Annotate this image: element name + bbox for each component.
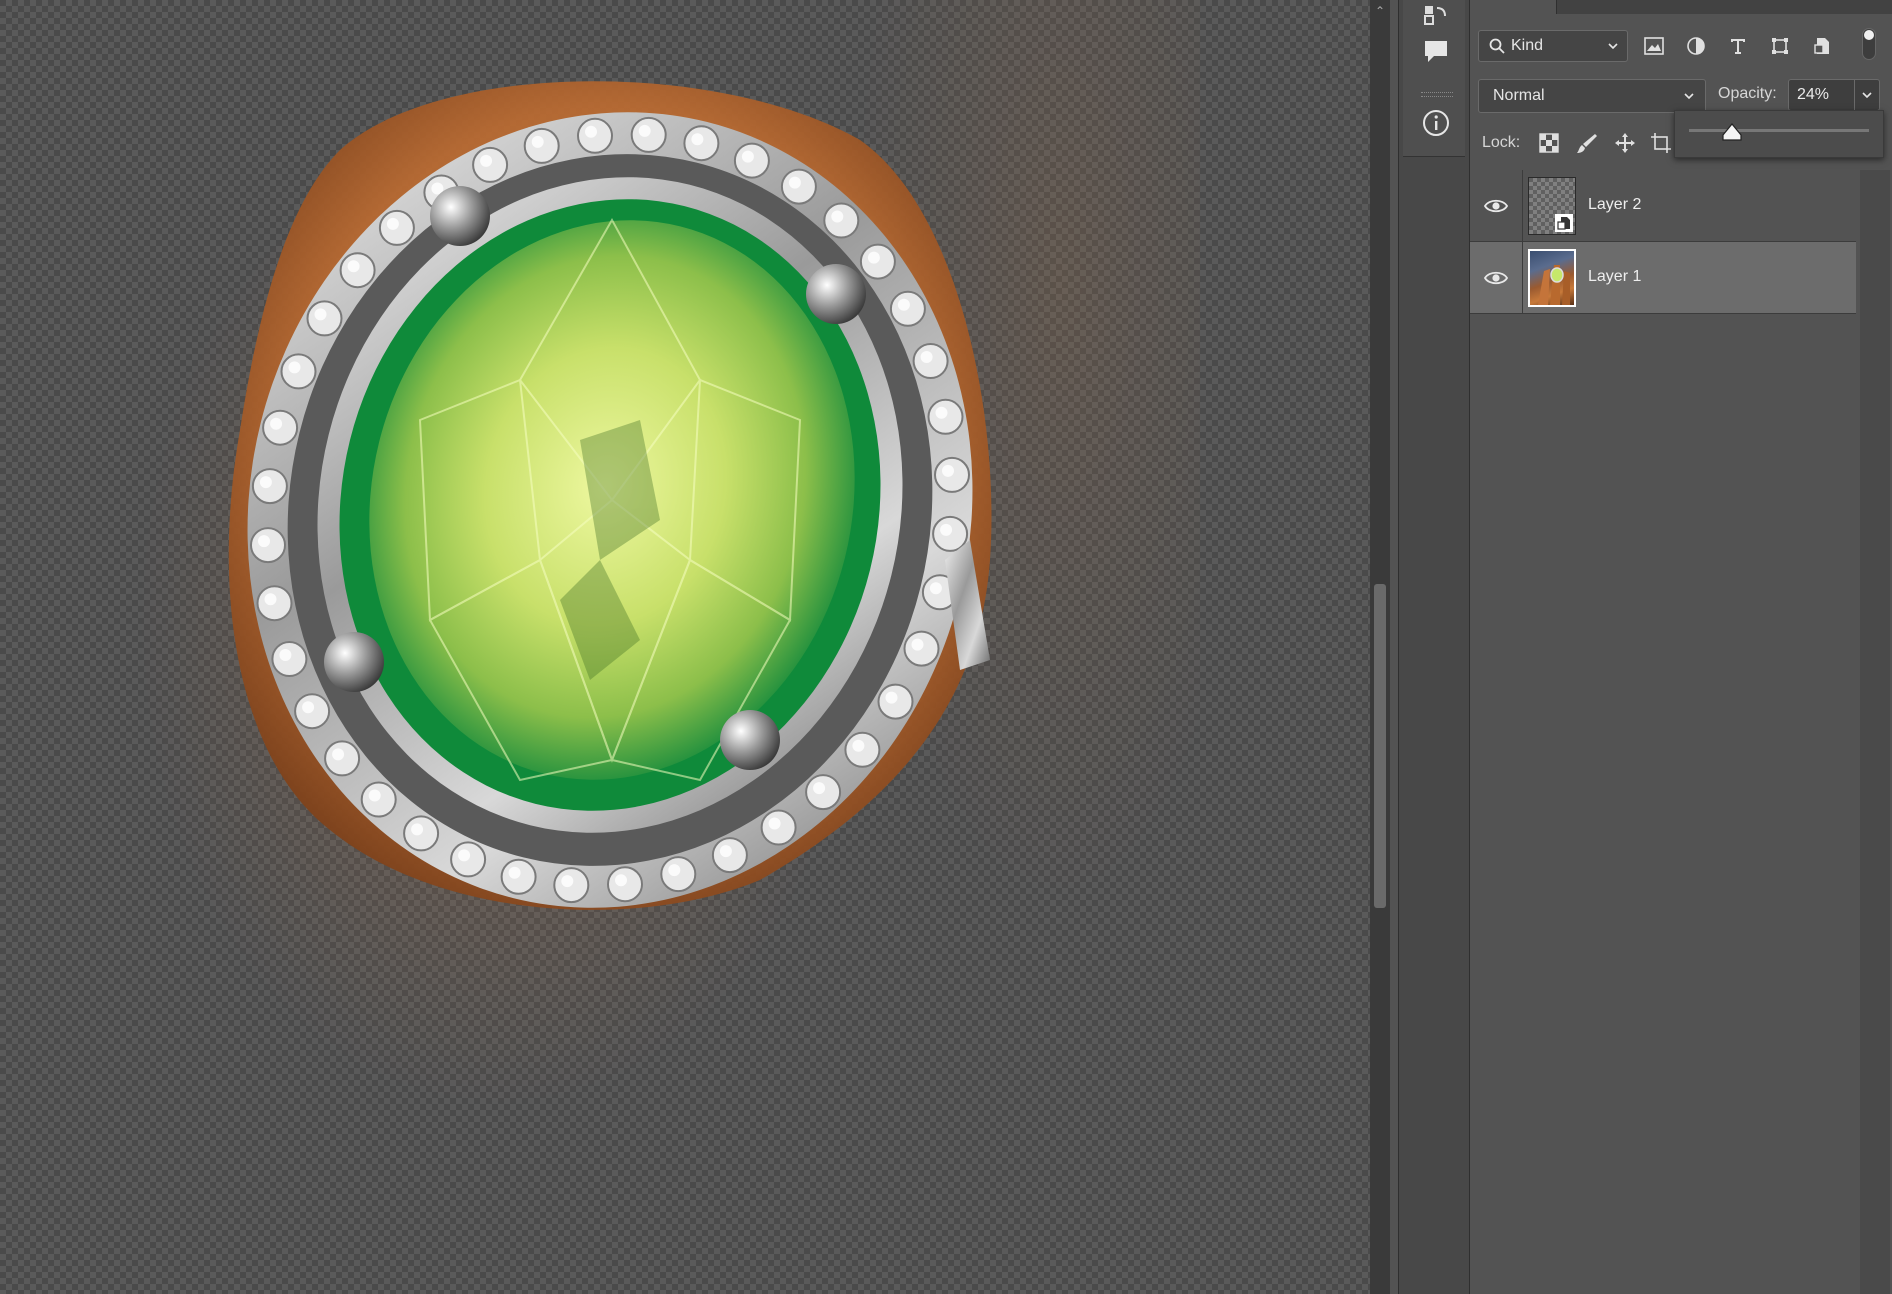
halo-stone-highlight	[911, 638, 924, 651]
layers-panel-scrollbar[interactable]	[1860, 170, 1890, 1294]
shape-layer-filter-icon[interactable]	[1766, 32, 1794, 60]
halo-stone-highlight	[940, 523, 953, 536]
filter-toggle-switch[interactable]	[1862, 28, 1876, 60]
blend-mode-value: Normal	[1493, 87, 1545, 104]
halo-stone-highlight	[788, 176, 801, 189]
halo-stone-highlight	[332, 748, 345, 761]
layers-panel: Kind Normal Opacity: 24% Lock: Layer 2 L…	[1470, 0, 1892, 1294]
panel-tab-bar	[1556, 0, 1892, 14]
halo-stone-highlight	[270, 417, 283, 430]
halo-stone-highlight	[347, 260, 360, 273]
layer-name[interactable]: Layer 1	[1588, 268, 1641, 286]
halo-stone-highlight	[920, 351, 933, 363]
halo-stone-highlight	[813, 782, 826, 795]
halo-stone-highlight	[935, 406, 948, 419]
panel-icon-strip	[1398, 0, 1470, 1294]
halo-stone-highlight	[561, 875, 574, 888]
pixel-layer-filter-icon[interactable]	[1640, 32, 1668, 60]
halo-stone-highlight	[585, 125, 597, 138]
chevron-down-icon	[1684, 93, 1694, 100]
layer-name[interactable]: Layer 2	[1588, 196, 1641, 214]
opacity-slider-popup	[1674, 110, 1884, 158]
halo-stone-highlight	[768, 817, 781, 830]
opacity-slider-track[interactable]	[1689, 129, 1869, 132]
lock-image-pixels-brush-icon[interactable]	[1572, 128, 1602, 158]
type-layer-filter-icon[interactable]	[1724, 32, 1752, 60]
visibility-eye-icon[interactable]	[1482, 264, 1510, 292]
halo-stone-highlight	[885, 691, 898, 704]
halo-stone-highlight	[531, 135, 544, 148]
lock-position-move-icon[interactable]	[1610, 128, 1640, 158]
lock-artboard-icon[interactable]	[1646, 128, 1676, 158]
adjustment-layer-filter-icon[interactable]	[1682, 32, 1710, 60]
smart-object-badge-icon	[1555, 214, 1573, 232]
halo-stone-highlight	[480, 154, 493, 167]
halo-stone-highlight	[302, 701, 315, 714]
halo-stone-highlight	[458, 849, 471, 862]
layer-thumbnail[interactable]	[1528, 177, 1576, 235]
halo-stone-highlight	[508, 866, 521, 879]
chevron-down-icon	[1862, 92, 1872, 99]
halo-stone-highlight	[258, 535, 270, 548]
opacity-value[interactable]: 24%	[1797, 86, 1854, 104]
history-icon[interactable]	[1421, 0, 1451, 30]
halo-stone-highlight	[897, 298, 910, 311]
halo-stone-highlight	[386, 217, 399, 230]
lock-label: Lock:	[1482, 134, 1521, 151]
chevron-down-icon	[1608, 43, 1618, 50]
halo-stone-highlight	[929, 582, 942, 595]
comment-icon[interactable]	[1421, 36, 1451, 66]
info-icon[interactable]	[1421, 108, 1451, 138]
canvas-scroll-thumb[interactable]	[1374, 584, 1386, 908]
blend-mode-dropdown[interactable]: Normal	[1478, 79, 1706, 113]
halo-stone-highlight	[867, 251, 880, 264]
layer-row-layer-1[interactable]: Layer 1	[1470, 242, 1856, 314]
scroll-up-arrow-icon[interactable]: ⌃	[1372, 2, 1388, 20]
halo-stone-highlight	[279, 649, 292, 661]
halo-stone-highlight	[259, 476, 272, 489]
opacity-input[interactable]: 24%	[1788, 79, 1880, 111]
filter-kind-dropdown[interactable]: Kind	[1478, 30, 1628, 62]
halo-stone-highlight	[314, 308, 327, 321]
visibility-eye-icon[interactable]	[1482, 192, 1510, 220]
halo-stone-highlight	[942, 464, 954, 477]
halo-stone-highlight	[852, 739, 865, 752]
canvas-vertical-scrollbar[interactable]: ⌃	[1370, 0, 1390, 1294]
layer-thumbnail[interactable]	[1528, 249, 1576, 307]
halo-stone-highlight	[368, 789, 381, 802]
smart-object-filter-icon[interactable]	[1808, 32, 1836, 60]
halo-stone-highlight	[288, 361, 301, 374]
halo-stone-highlight	[668, 864, 681, 877]
opacity-label: Opacity:	[1718, 85, 1777, 102]
halo-stone-highlight	[831, 210, 844, 223]
ring-image	[228, 81, 992, 910]
search-icon	[1489, 38, 1505, 54]
halo-stone-highlight	[615, 874, 627, 887]
halo-stone-highlight	[411, 823, 424, 836]
halo-stone-highlight	[741, 150, 754, 163]
icon-strip-group	[1403, 0, 1465, 157]
opacity-slider-thumb[interactable]	[1722, 123, 1742, 141]
halo-stone-highlight	[264, 593, 277, 606]
document-canvas[interactable]	[0, 0, 1370, 1294]
opacity-dropdown-button[interactable]	[1855, 89, 1879, 101]
halo-stone-highlight	[638, 124, 651, 137]
lock-transparent-pixels-icon[interactable]	[1534, 128, 1564, 158]
halo-stone-highlight	[719, 845, 732, 858]
ring-thumbnail-image	[1538, 265, 1570, 305]
panel-grip[interactable]	[1421, 92, 1453, 97]
filter-kind-label: Kind	[1511, 37, 1544, 54]
halo-stone-highlight	[691, 133, 704, 146]
layer-list: Layer 2 Layer 1	[1470, 170, 1856, 314]
layer-row-layer-2[interactable]: Layer 2	[1470, 170, 1856, 242]
